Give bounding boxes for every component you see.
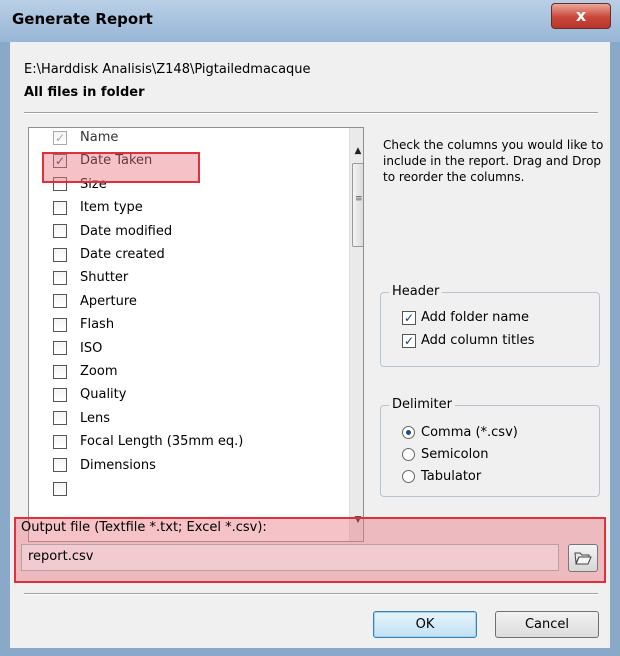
checkbox-unchecked-icon[interactable] [53,364,67,379]
column-item[interactable]: Focal Length (35mm eq.) [29,430,349,453]
column-item[interactable]: Date modified [29,220,349,243]
add-column-titles-label: Add column titles [421,333,535,348]
dialog-title: Generate Report [12,10,153,28]
scope-label: All files in folder [24,85,145,100]
folder-path: E:\Harddisk Analisis\Z148\Pigtailedmacaq… [24,62,311,77]
checkbox-unchecked-icon[interactable] [53,200,67,215]
column-item[interactable]: Item type [29,196,349,219]
generate-report-dialog: Generate Report x E:\Harddisk Analisis\Z… [0,0,620,656]
column-item[interactable]: Quality [29,383,349,406]
column-item-label: Date modified [80,223,173,239]
checkbox-unchecked-icon[interactable] [53,224,67,239]
column-item[interactable]: Flash [29,313,349,336]
title-bar[interactable]: Generate Report x [0,0,620,42]
checkbox-unchecked-icon[interactable] [53,434,67,449]
column-item[interactable]: Date created [29,243,349,266]
column-item-label: Name [80,130,119,145]
delimiter-groupbox: Delimiter Comma (*.csv) Semicolon Tabula… [380,397,600,497]
column-item[interactable]: ISO [29,337,349,360]
column-item-label: Shutter [80,270,129,286]
columns-hint: Check the columns you would like to incl… [383,138,604,184]
checkbox-checked-icon[interactable]: ✓ [402,333,416,348]
close-button[interactable]: x [551,3,611,29]
column-item-label: Item type [80,200,143,216]
column-item[interactable]: Dimensions [29,454,349,477]
top-separator [24,112,598,114]
listbox-scrollbar[interactable]: ▲ ≡ ▼ [349,128,363,541]
add-folder-name-label: Add folder name [421,310,530,325]
column-item-label: Lens [80,410,111,426]
columns-listbox[interactable]: ✓ Name ✓ Date Taken Size Item type Date modifi… [28,127,364,542]
column-item-label: Focal Length (35mm eq.) [80,434,244,450]
column-item-label: Dimensions [80,457,156,473]
checkbox-unchecked-icon[interactable] [53,458,67,473]
browse-button[interactable] [568,544,598,572]
checkbox-unchecked-icon[interactable] [53,247,67,262]
radio-semicolon-label: Semicolon [421,447,489,462]
column-item[interactable]: Zoom [29,360,349,383]
checkbox-unchecked-icon[interactable] [53,270,67,285]
column-item-label: Flash [80,317,115,333]
dialog-body: E:\Harddisk Analisis\Z148\Pigtailedmacaq… [10,42,610,648]
checkbox-checked-icon: ✓ [53,130,67,145]
column-item[interactable]: ✓ Name [29,128,349,149]
cancel-button[interactable]: Cancel [495,611,599,638]
radio-semicolon[interactable]: Semicolon [402,447,488,462]
checkbox-unchecked-icon[interactable] [53,294,67,309]
radio-comma[interactable]: Comma (*.csv) [402,425,518,440]
column-item[interactable] [29,477,349,500]
column-item-label: Quality [80,387,127,403]
output-file-label: Output file (Textfile *.txt; Excel *.csv… [21,520,267,535]
delimiter-group-title: Delimiter [389,397,455,412]
scroll-up-arrow-icon[interactable]: ▲ [350,142,363,160]
radio-unselected-icon[interactable] [402,470,415,483]
checkbox-unchecked-icon[interactable] [53,387,67,402]
column-item[interactable]: Shutter [29,266,349,289]
column-item-label: Date created [80,247,165,262]
ok-button[interactable]: OK [373,611,477,638]
radio-selected-icon[interactable] [402,426,415,439]
scroll-thumb[interactable]: ≡ [352,163,363,247]
radio-unselected-icon[interactable] [402,448,415,461]
add-column-titles-checkbox[interactable]: ✓ Add column titles [402,333,534,348]
radio-comma-label: Comma (*.csv) [421,425,518,440]
radio-tabulator-label: Tabulator [421,469,482,484]
date-taken-highlight [42,152,200,183]
output-file-input[interactable]: report.csv [21,544,559,571]
radio-tabulator[interactable]: Tabulator [402,469,481,484]
checkbox-checked-icon[interactable]: ✓ [402,310,416,325]
column-item[interactable]: Lens [29,407,349,430]
column-item-label: Aperture [80,293,137,309]
bottom-separator [24,593,598,595]
grip-icon: ≡ [355,194,363,204]
checkbox-unchecked-icon[interactable] [53,317,67,332]
folder-open-icon [574,552,592,565]
header-group-title: Header [389,284,443,299]
add-folder-name-checkbox[interactable]: ✓ Add folder name [402,310,529,325]
column-item-label: Zoom [80,364,118,379]
column-item-label: ISO [80,340,103,356]
column-item[interactable]: Aperture [29,290,349,313]
header-groupbox: Header ✓ Add folder name ✓ Add column ti… [380,284,600,367]
checkbox-unchecked-icon[interactable] [53,341,67,356]
checkbox-unchecked-icon[interactable] [53,411,67,426]
checkbox-unchecked-icon[interactable] [53,481,67,496]
